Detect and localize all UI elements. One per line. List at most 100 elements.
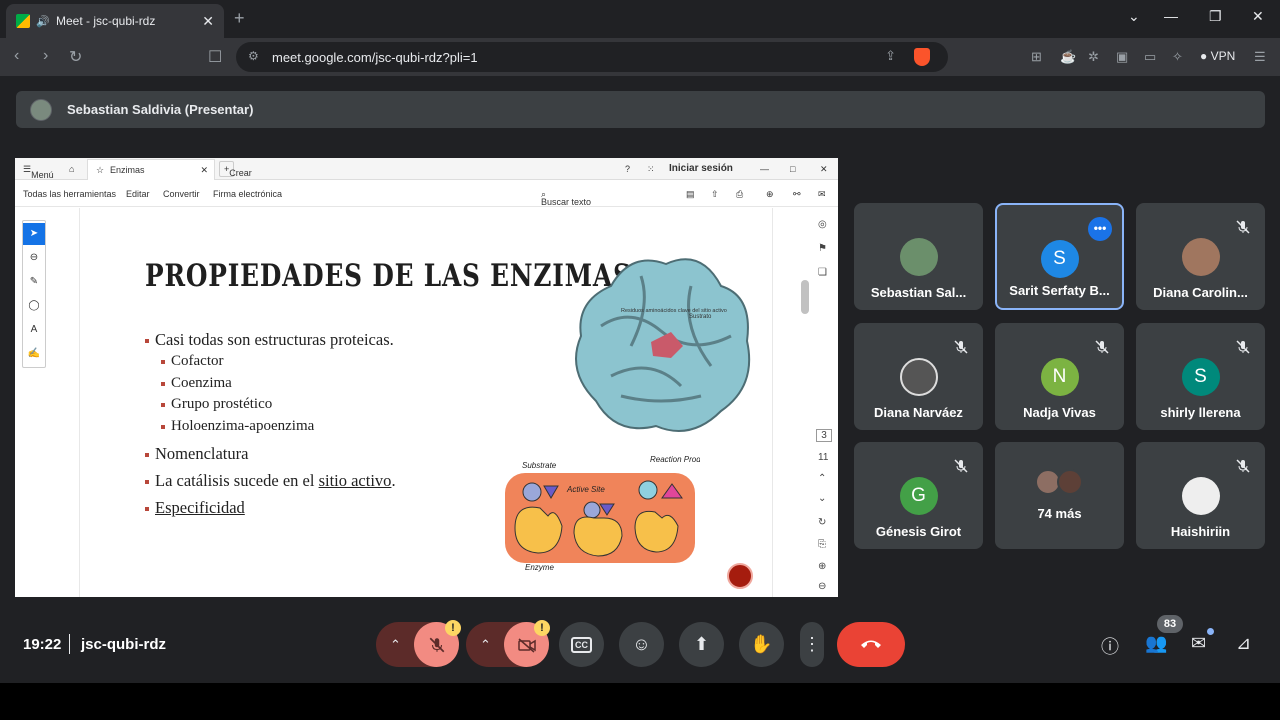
- participant-tile[interactable]: Sebastian Sal...: [854, 203, 983, 310]
- help-icon[interactable]: ?: [625, 164, 630, 174]
- extension-off-icon[interactable]: ☕: [1060, 49, 1076, 65]
- close-tab-icon[interactable]: ✕: [202, 13, 214, 30]
- link-icon[interactable]: ⚯: [793, 189, 801, 200]
- shape-tool-icon[interactable]: ◯: [23, 295, 45, 317]
- presenter-bar: Sebastian Saldivia (Presentar): [16, 91, 1265, 128]
- captions-button[interactable]: CC: [559, 622, 604, 667]
- sidebar-icon[interactable]: ▣: [1116, 49, 1128, 65]
- tool-edit[interactable]: Editar: [126, 189, 150, 199]
- browser-tab[interactable]: 🔊 Meet - jsc-qubi-rdz ✕: [6, 4, 224, 38]
- participant-tile[interactable]: Diana Narváez: [854, 323, 983, 430]
- participant-tile[interactable]: N Nadja Vivas: [995, 323, 1124, 430]
- bullet-link[interactable]: sitio activo: [319, 471, 392, 490]
- translate-icon[interactable]: ⊞: [1031, 49, 1042, 65]
- bullet-link[interactable]: Especificidad: [155, 498, 245, 517]
- print-icon[interactable]: ⎙: [736, 189, 743, 200]
- save-icon[interactable]: ▤: [686, 189, 695, 200]
- back-icon[interactable]: ‹: [14, 47, 19, 65]
- extensions-icon[interactable]: ✲: [1088, 49, 1099, 65]
- signin-button[interactable]: Iniciar sesión: [669, 163, 733, 174]
- acrobat-menu[interactable]: ☰ Menú: [23, 164, 54, 180]
- participant-tile[interactable]: Diana Carolin...: [1136, 203, 1265, 310]
- sign-tool-icon[interactable]: ✍: [23, 343, 45, 365]
- raise-hand-button[interactable]: ✋: [739, 622, 784, 667]
- select-tool-icon[interactable]: ➤: [23, 223, 45, 245]
- star-icon: ☆: [96, 165, 105, 175]
- more-options-icon[interactable]: •••: [1088, 217, 1112, 241]
- forward-icon[interactable]: ›: [43, 47, 48, 65]
- mail-icon[interactable]: ✉: [818, 189, 826, 200]
- divider: [69, 634, 70, 654]
- pen-tool-icon[interactable]: ✎: [23, 271, 45, 293]
- tab-search-icon[interactable]: ⌄: [1128, 8, 1140, 25]
- page-up-icon[interactable]: ⌃: [818, 473, 826, 484]
- new-tab-button[interactable]: +: [234, 8, 245, 29]
- overflow-count: 74 más: [1037, 506, 1082, 521]
- site-info-icon[interactable]: ⚙: [248, 49, 259, 63]
- participant-tile[interactable]: G Génesis Girot: [854, 442, 983, 549]
- participant-tile-overflow[interactable]: 74 más: [995, 442, 1124, 549]
- activities-icon[interactable]: ⊿: [1236, 633, 1251, 654]
- tool-convert[interactable]: Convertir: [163, 189, 200, 199]
- search-tools[interactable]: Buscar texto o herramientas ⌕: [541, 189, 594, 227]
- participant-name: Génesis Girot: [875, 524, 962, 539]
- more-options-button[interactable]: ⋮: [800, 622, 824, 667]
- upload-icon[interactable]: ⇧: [711, 189, 719, 200]
- acro-restore-icon[interactable]: □: [790, 164, 795, 174]
- chat-icon[interactable]: ✉: [1191, 633, 1206, 654]
- zoom-tool-icon[interactable]: ⊖: [23, 247, 45, 269]
- enzyme-substrate-diagram: Substrate Reaction Products Active Site …: [505, 455, 700, 572]
- leo-icon[interactable]: ✧: [1172, 49, 1183, 65]
- comment-icon[interactable]: ◎: [818, 219, 827, 230]
- menu-icon[interactable]: ☰: [1254, 49, 1266, 65]
- mic-off-icon: [954, 459, 968, 473]
- people-icon[interactable]: 👥: [1145, 633, 1167, 654]
- rotate-icon[interactable]: ↻: [818, 517, 826, 528]
- page-number-current[interactable]: 3: [816, 429, 832, 442]
- acro-close-icon[interactable]: ✕: [820, 164, 828, 175]
- tool-esign[interactable]: Firma electrónica: [213, 189, 282, 199]
- participant-name: Sebastian Sal...: [870, 285, 967, 300]
- participant-tile[interactable]: ••• S Sarit Serfaty B...: [995, 203, 1124, 310]
- document-scrollbar[interactable]: [801, 210, 809, 595]
- sub-bullet-item: Grupo prostético: [161, 396, 272, 413]
- brave-shield-icon[interactable]: [914, 48, 930, 66]
- bookmark-icon[interactable]: ☐: [208, 47, 222, 67]
- scrollbar-thumb[interactable]: [801, 280, 809, 314]
- mic-options-chevron-icon[interactable]: ⌃: [390, 637, 401, 653]
- home-icon[interactable]: ⌂: [69, 164, 74, 174]
- export-icon[interactable]: ⎘: [818, 539, 826, 550]
- pages-icon[interactable]: ❏: [818, 267, 827, 278]
- create-button[interactable]: + Crear: [219, 161, 252, 178]
- reload-icon[interactable]: ↻: [69, 47, 82, 67]
- acrobat-doc-tab[interactable]: ☆ Enzimas ✕: [87, 159, 215, 180]
- leave-call-button[interactable]: [837, 622, 905, 667]
- zoom-out-icon[interactable]: ⊖: [818, 581, 826, 592]
- meeting-info-icon[interactable]: ⓘ: [1101, 633, 1119, 659]
- tool-all[interactable]: Todas las herramientas: [23, 189, 116, 199]
- camera-options-chevron-icon[interactable]: ⌃: [480, 637, 491, 653]
- share-icon[interactable]: ⇪: [885, 48, 896, 64]
- close-doc-icon[interactable]: ✕: [200, 165, 208, 176]
- wallet-icon[interactable]: ▭: [1144, 49, 1156, 65]
- zoom-in-icon[interactable]: ⊕: [818, 561, 826, 572]
- acro-minimize-icon[interactable]: —: [760, 164, 769, 174]
- presenter-name: Sebastian Saldivia (Presentar): [67, 102, 254, 117]
- text-tool-icon[interactable]: A: [23, 319, 45, 341]
- present-button[interactable]: ⬆: [679, 622, 724, 667]
- participant-tile[interactable]: Haishiriin: [1136, 442, 1265, 549]
- restore-icon[interactable]: ❐: [1209, 8, 1222, 25]
- minimize-icon[interactable]: —: [1164, 8, 1178, 24]
- apps-icon[interactable]: ⁙: [647, 164, 655, 175]
- participant-tile[interactable]: S shirly llerena: [1136, 323, 1265, 430]
- page-down-icon[interactable]: ⌄: [818, 493, 826, 504]
- reactions-button[interactable]: ☺: [619, 622, 664, 667]
- ai-icon[interactable]: ⊕: [766, 189, 774, 200]
- vpn-button[interactable]: ● VPN: [1200, 49, 1235, 63]
- participant-avatar: G: [899, 477, 938, 515]
- bookmark-panel-icon[interactable]: ⚑: [818, 243, 827, 254]
- bullet-item: Especificidad: [145, 498, 245, 518]
- address-bar[interactable]: ⚙ meet.google.com/jsc-qubi-rdz?pli=1 ⇪: [236, 42, 948, 72]
- close-window-icon[interactable]: ✕: [1252, 8, 1264, 25]
- participant-name: Haishiriin: [1170, 524, 1231, 539]
